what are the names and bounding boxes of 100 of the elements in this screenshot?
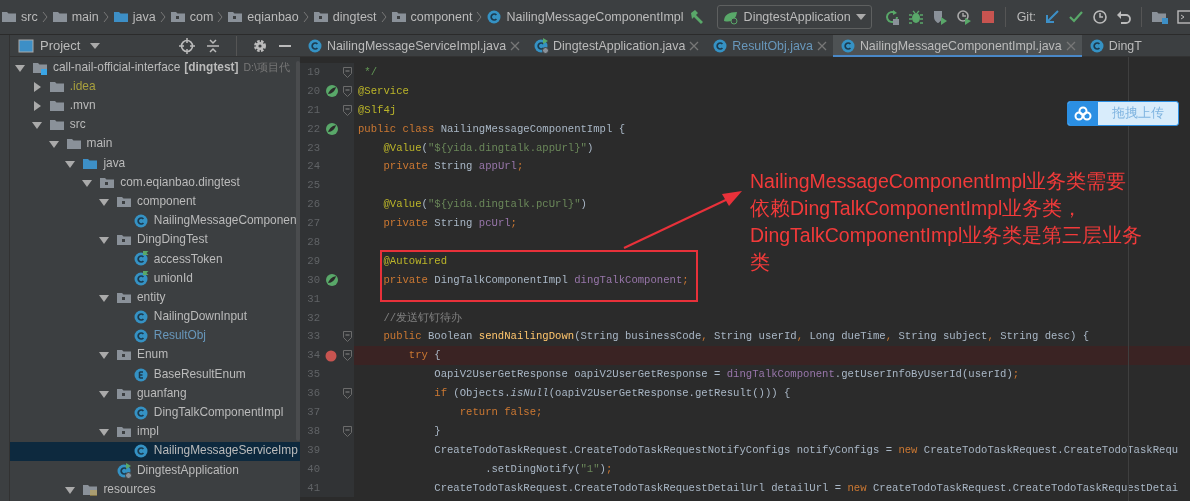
fold-icon[interactable] [343, 66, 352, 78]
editor-tab[interactable]: ResultObj.java [705, 35, 833, 57]
tree-item[interactable]: component [10, 192, 300, 212]
tree-item[interactable]: DingtestApplication [10, 460, 300, 481]
breakpoint-icon[interactable] [325, 349, 337, 362]
tree-item[interactable]: resources [10, 480, 300, 500]
coverage-icon[interactable] [931, 9, 948, 25]
chevron-icon [380, 11, 387, 23]
tree-item[interactable]: impl [10, 422, 300, 442]
fold-icon[interactable] [343, 104, 352, 116]
tree-item[interactable]: unionId [10, 269, 300, 289]
fold-icon[interactable] [343, 85, 352, 97]
terminal-icon[interactable] [1177, 9, 1190, 25]
code-line: */ [363, 65, 378, 80]
package-icon [390, 9, 407, 25]
annotation-note: NailingMessageComponentImpl业务类需要 依赖DingTalkComponentImpl业务类， DingTalkComponentImpl业务类是第三层业务 类 [750, 169, 1144, 275]
chevron-icon [476, 11, 483, 23]
tree-item[interactable]: .idea [10, 77, 300, 97]
close-icon[interactable] [510, 41, 521, 51]
folder-icon [51, 9, 68, 25]
tree-item[interactable]: .mvn [10, 96, 300, 116]
bean-icon[interactable] [325, 122, 339, 137]
tree-item[interactable]: java [10, 153, 300, 174]
code-line: @Slf4j [357, 102, 397, 118]
chevron-icon [302, 11, 309, 23]
class-icon [132, 443, 149, 460]
caret-icon[interactable] [90, 42, 101, 49]
fold-icon[interactable] [343, 388, 352, 400]
code-line: .setDingNotify("1"); [484, 461, 613, 477]
profile-icon[interactable] [955, 9, 972, 25]
tree-item[interactable]: DingTalkComponentImpl [10, 403, 300, 423]
tree-item[interactable]: guanfang [10, 384, 300, 404]
code-line: if (Objects.isNull(oapiV2UserGetResponse.getResult())) { [433, 386, 791, 402]
fold-icon[interactable] [343, 425, 352, 437]
tree-item[interactable]: ResultObj [10, 326, 300, 346]
tree-item[interactable]: src [10, 115, 300, 135]
class-icon [132, 328, 149, 345]
enum-icon [132, 366, 149, 383]
tree-item[interactable]: com.eqianbao.dingtest [10, 173, 300, 193]
stop-icon[interactable] [979, 9, 996, 25]
update-icon[interactable] [1044, 9, 1061, 25]
code-line: CreateTodoTaskRequest.CreateTodoTaskRequestDetailUrl detailUrl = new CreateTodoTaskRequest.CreateTodoTaskRequestDetai [433, 480, 1179, 496]
tree-item[interactable]: Enum [10, 345, 300, 365]
run-config-dropdown[interactable]: DingtestApplication [716, 5, 872, 29]
tree-item[interactable]: accessToken [10, 249, 300, 270]
application-icon [116, 462, 132, 479]
class-icon [1088, 38, 1105, 54]
panel-title[interactable]: Project [40, 35, 81, 56]
breadcrumb-item[interactable]: NailingMessageComponentImpl [485, 7, 685, 27]
breadcrumb-item[interactable]: main [50, 7, 100, 27]
close-icon[interactable] [816, 41, 827, 51]
cloud-icon [1073, 105, 1093, 122]
bean-icon[interactable] [325, 273, 339, 288]
collapse-icon[interactable] [205, 37, 221, 54]
class-icon [712, 38, 729, 54]
breadcrumb-item[interactable]: src [0, 7, 39, 27]
check-icon[interactable] [1068, 9, 1085, 25]
bean-icon[interactable] [325, 84, 339, 99]
editor-tab[interactable]: DingT [1081, 35, 1148, 57]
editor-tab[interactable]: NailingMessageServiceImpl.java [300, 35, 527, 57]
breadcrumb-item[interactable]: dingtest [311, 7, 378, 27]
code-line: @Value("${yida.dingtalk.appUrl}") [382, 140, 594, 156]
editor-tab[interactable]: NailingMessageComponentImpl.java [832, 35, 1082, 57]
class-icon [839, 38, 856, 54]
breadcrumb-item[interactable]: eqianbao [226, 7, 300, 27]
code-line: private DingTalkComponentImpl dingTalkComponent; [382, 272, 689, 288]
class-icon [132, 404, 149, 421]
rerun-icon[interactable] [883, 9, 900, 25]
tree-item[interactable]: NailingDownInput [10, 307, 300, 327]
undo-icon[interactable] [1116, 9, 1133, 25]
crosshair-icon[interactable] [179, 37, 195, 54]
history-icon[interactable] [1092, 9, 1109, 25]
code-line: try { [407, 348, 441, 364]
tree-item[interactable]: main [10, 134, 300, 154]
project-structure-icon[interactable] [1151, 9, 1170, 25]
class-icon [486, 9, 503, 25]
code-line: @Service [357, 83, 409, 99]
fold-icon[interactable] [343, 350, 352, 362]
fold-icon[interactable] [343, 331, 352, 343]
tree-item[interactable]: NailingMessageComponen [10, 211, 300, 231]
class-icon [307, 38, 323, 54]
tree-item[interactable]: BaseResultEnum [10, 365, 300, 385]
chevron-icon [217, 11, 224, 23]
editor-tab[interactable]: DingtestApplication.java [526, 35, 706, 57]
class-icon [132, 309, 149, 326]
package-icon [227, 9, 244, 25]
chevron-icon [159, 11, 166, 23]
class-icon [132, 213, 149, 230]
runnable-class-icon [132, 251, 149, 268]
close-icon[interactable] [689, 41, 700, 51]
code-line: CreateTodoTaskRequest.CreateTodoTaskRequestNotifyConfigs notifyConfigs = new CreateTodoTaskRequest.CreateTodoTaskRequ [433, 442, 1179, 458]
settings-icon[interactable] [252, 37, 268, 54]
breadcrumb-item[interactable]: com [168, 7, 215, 27]
tree-item[interactable]: DingDingTest [10, 230, 300, 250]
code-line: //发送钉钉待办 [382, 310, 463, 326]
tree-item[interactable]: NailingMessageServiceImp [10, 441, 300, 461]
debug-icon[interactable] [907, 9, 924, 25]
tree-item[interactable]: entity [10, 288, 300, 308]
breadcrumb-item[interactable]: java [111, 7, 157, 27]
breadcrumb-item[interactable]: component [389, 7, 474, 27]
